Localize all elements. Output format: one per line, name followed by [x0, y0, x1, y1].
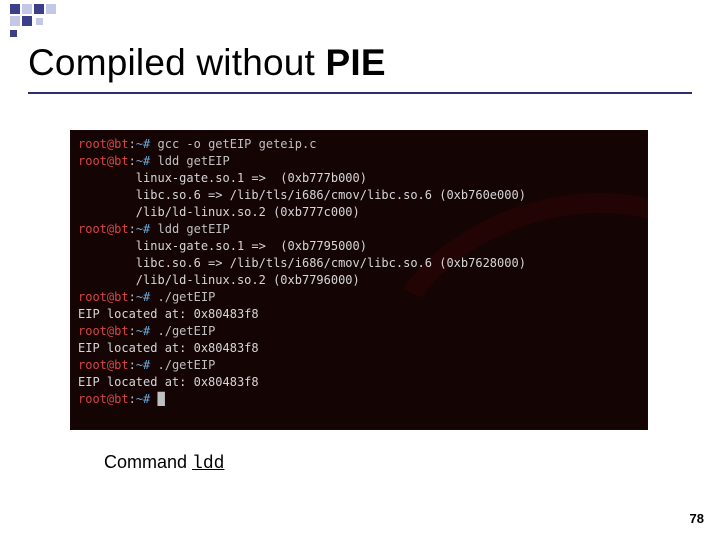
slide-deco-squares [10, 4, 100, 32]
title-underline [28, 92, 692, 94]
deco-square [46, 4, 56, 14]
terminal-prompt-line: root@bt:~# ./getEIP [78, 289, 640, 306]
prompt-path: ~# [136, 290, 150, 304]
terminal-output-line: /lib/ld-linux.so.2 (0xb7796000) [78, 272, 640, 289]
terminal-output-line: libc.so.6 => /lib/tls/i686/cmov/libc.so.… [78, 187, 640, 204]
terminal-screenshot: root@bt:~# gcc -o getEIP geteip.croot@bt… [70, 130, 648, 430]
terminal-output-line: libc.so.6 => /lib/tls/i686/cmov/libc.so.… [78, 255, 640, 272]
prompt-user: root@bt [78, 324, 129, 338]
cursor-icon: █ [150, 392, 164, 406]
deco-square [36, 18, 43, 25]
prompt-user: root@bt [78, 290, 129, 304]
deco-square [10, 30, 17, 37]
terminal-prompt-line: root@bt:~# █ [78, 391, 640, 408]
terminal-prompt-line: root@bt:~# ldd getEIP [78, 153, 640, 170]
prompt-path: ~# [136, 324, 150, 338]
command-text: ./getEIP [150, 290, 215, 304]
command-text: ldd getEIP [150, 154, 229, 168]
caption-label: Command [104, 452, 192, 472]
page-number: 78 [690, 511, 704, 526]
deco-square [34, 4, 44, 14]
prompt-user: root@bt [78, 392, 129, 406]
prompt-path: ~# [136, 154, 150, 168]
title-text-bold: PIE [326, 42, 386, 83]
deco-square [10, 4, 20, 14]
slide-title: Compiled without PIE [28, 42, 386, 84]
terminal-output-line: EIP located at: 0x80483f8 [78, 306, 640, 323]
prompt-path: ~# [136, 222, 150, 236]
prompt-sep: : [129, 137, 136, 151]
terminal-prompt-line: root@bt:~# ./getEIP [78, 357, 640, 374]
prompt-sep: : [129, 290, 136, 304]
prompt-path: ~# [136, 137, 150, 151]
terminal-output-line: EIP located at: 0x80483f8 [78, 374, 640, 391]
caption: Command ldd [104, 452, 224, 474]
command-text: gcc -o getEIP geteip.c [150, 137, 316, 151]
prompt-sep: : [129, 358, 136, 372]
terminal-output-line: /lib/ld-linux.so.2 (0xb777c000) [78, 204, 640, 221]
deco-square [10, 16, 20, 26]
caption-command: ldd [192, 454, 224, 474]
terminal-output-line: linux-gate.so.1 => (0xb777b000) [78, 170, 640, 187]
terminal-output-line: EIP located at: 0x80483f8 [78, 340, 640, 357]
deco-square [22, 4, 32, 14]
prompt-user: root@bt [78, 222, 129, 236]
command-text: ./getEIP [150, 358, 215, 372]
terminal-prompt-line: root@bt:~# ./getEIP [78, 323, 640, 340]
prompt-user: root@bt [78, 137, 129, 151]
prompt-user: root@bt [78, 358, 129, 372]
command-text: ./getEIP [150, 324, 215, 338]
prompt-sep: : [129, 154, 136, 168]
prompt-path: ~# [136, 392, 150, 406]
prompt-sep: : [129, 222, 136, 236]
prompt-path: ~# [136, 358, 150, 372]
terminal-output-line: linux-gate.so.1 => (0xb7795000) [78, 238, 640, 255]
terminal-prompt-line: root@bt:~# ldd getEIP [78, 221, 640, 238]
title-text-plain: Compiled without [28, 42, 326, 83]
prompt-user: root@bt [78, 154, 129, 168]
deco-square [22, 16, 32, 26]
command-text: ldd getEIP [150, 222, 229, 236]
terminal-prompt-line: root@bt:~# gcc -o getEIP geteip.c [78, 136, 640, 153]
prompt-sep: : [129, 392, 136, 406]
prompt-sep: : [129, 324, 136, 338]
